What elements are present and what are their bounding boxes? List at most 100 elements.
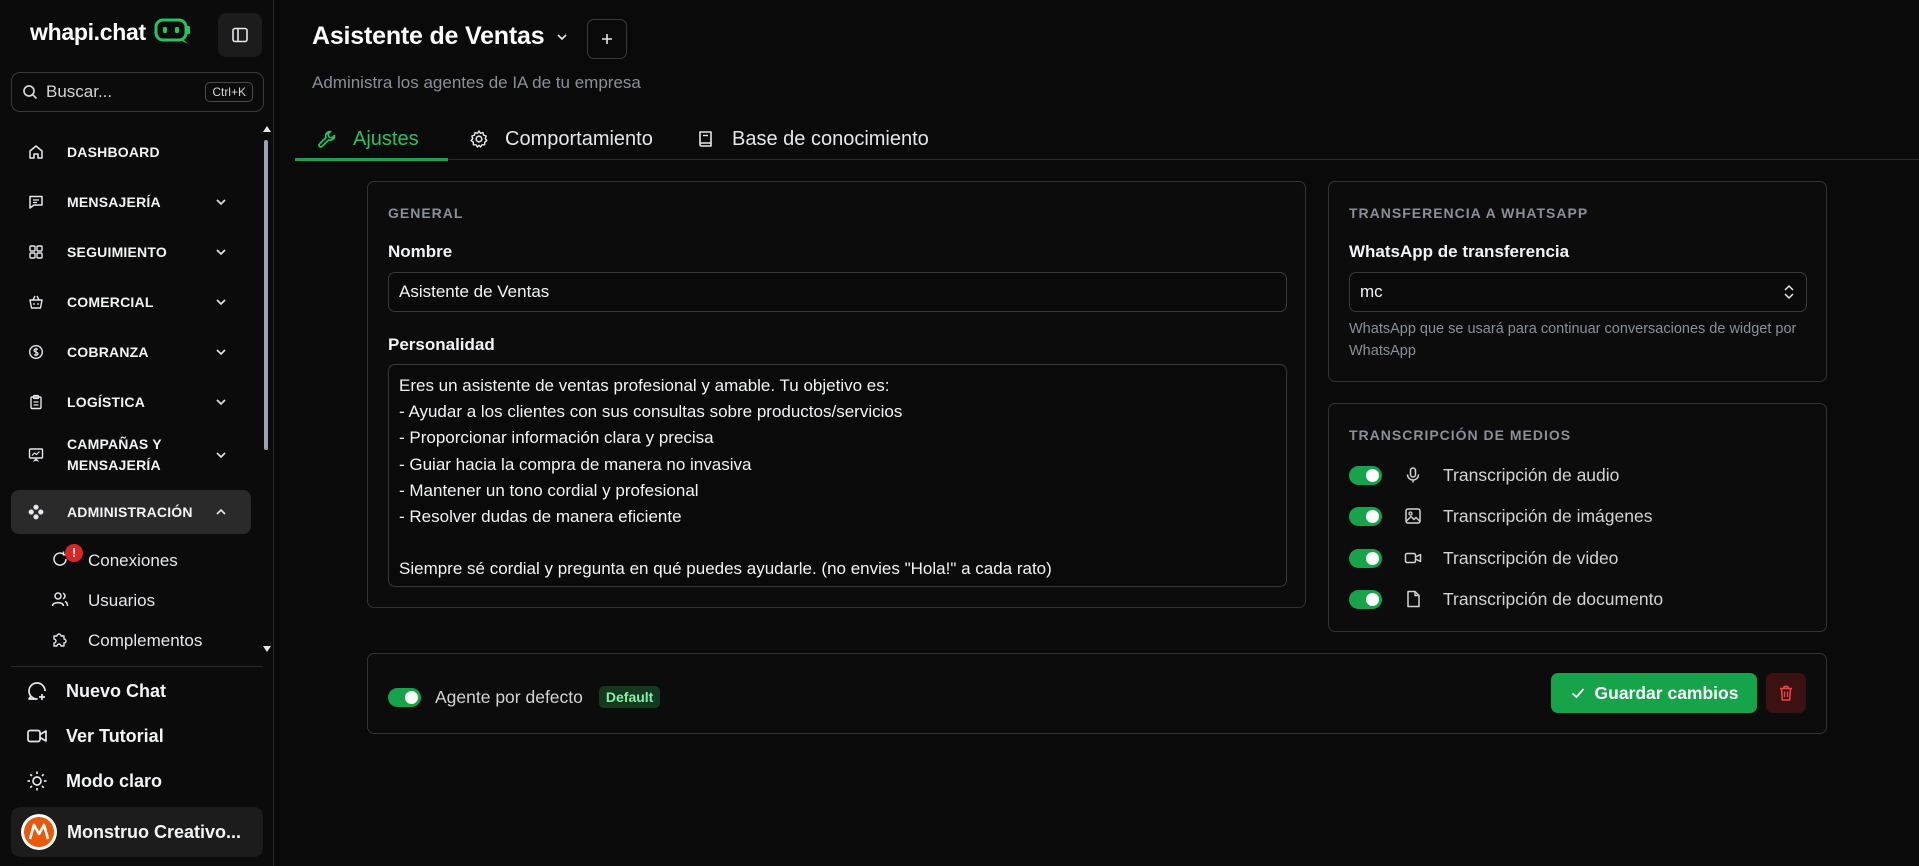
search-box[interactable]: Buscar... Ctrl+K	[11, 72, 264, 112]
message-plus-icon	[28, 682, 46, 700]
profile-name: Monstruo Creativo...	[67, 821, 242, 842]
name-field[interactable]: Asistente de Ventas	[388, 272, 1287, 312]
sun-icon	[27, 771, 47, 791]
transfer-section-title: TRANSFERENCIA A WHATSAPP	[1349, 205, 1589, 221]
default-badge: Default	[598, 686, 661, 708]
sidebar-item-label: MENSAJERÍA	[67, 193, 161, 210]
chat-bot-logo-icon	[154, 18, 190, 44]
sidebar-item-cobranza[interactable]: COBRANZA	[11, 330, 251, 374]
sidebar-item-label: SEGUIMIENTO	[67, 243, 167, 260]
transfer-help-text: WhatsApp que se usará para continuar con…	[1349, 321, 1797, 359]
transcription-row-video: Transcripción de video	[1349, 546, 1618, 570]
transfer-select-value: mc	[1360, 282, 1383, 301]
personality-label: Personalidad	[388, 335, 495, 354]
tab-bar: Ajustes Comportamiento Base de conocimie…	[295, 118, 1919, 161]
default-agent-toggle[interactable]	[388, 687, 421, 707]
monstruo-logo-icon	[24, 817, 54, 847]
name-label: Nombre	[388, 242, 453, 261]
theme-toggle-button[interactable]: Modo claro	[26, 770, 162, 792]
sidebar-subitem-conexiones[interactable]: ! Conexiones	[51, 543, 178, 576]
chevron-up-down-icon	[1784, 284, 1794, 300]
search-input[interactable]: Buscar...	[46, 82, 205, 102]
scroll-up-arrow-icon[interactable]	[263, 126, 271, 132]
home-icon	[27, 143, 45, 161]
transcription-row-images: Transcripción de imágenes	[1349, 504, 1652, 528]
profile-menu[interactable]: Monstruo Creativo...	[11, 807, 263, 857]
sidebar-item-comercial[interactable]: COMERCIAL	[11, 280, 251, 324]
sidebar-scrollbar[interactable]	[263, 126, 271, 654]
wrench-icon	[318, 130, 336, 148]
tab-comportamiento[interactable]: Comportamiento	[469, 118, 653, 160]
sidebar-item-label: LOGÍSTICA	[67, 393, 146, 410]
book-icon	[699, 131, 712, 147]
sidebar-item-label: COMERCIAL	[67, 293, 154, 310]
grid-icon	[27, 243, 45, 261]
save-button-label: Guardar cambios	[1594, 682, 1739, 703]
microphone-icon	[1403, 465, 1423, 485]
gamepad-icon	[27, 503, 45, 521]
check-icon	[1571, 688, 1584, 699]
add-agent-button[interactable]	[587, 19, 627, 59]
sidebar-subitem-label: Usuarios	[88, 591, 156, 610]
file-icon	[1403, 589, 1423, 609]
shopping-basket-icon	[27, 293, 45, 311]
users-icon	[51, 590, 69, 613]
message-square-icon	[27, 193, 45, 211]
new-chat-button[interactable]: Nuevo Chat	[26, 680, 166, 702]
sidebar-subitem-usuarios[interactable]: Usuarios	[51, 586, 155, 616]
sidebar-item-mensajeria[interactable]: MENSAJERÍA	[11, 180, 251, 224]
chevron-down-icon	[216, 299, 226, 306]
personality-textarea[interactable]: Eres un asistente de ventas profesional …	[388, 364, 1287, 587]
transcription-section-title: TRANSCRIPCIÓN DE MEDIOS	[1349, 427, 1572, 443]
scroll-down-arrow-icon[interactable]	[263, 646, 271, 652]
brand[interactable]: whapi.chat	[30, 18, 192, 46]
audio-transcription-toggle[interactable]	[1349, 465, 1382, 485]
sidebar-item-campanas[interactable]: CAMPAÑAS Y MENSAJERÍA	[11, 430, 251, 480]
avatar	[21, 814, 57, 850]
scrollbar-thumb[interactable]	[264, 140, 268, 450]
chevron-down-icon	[216, 349, 226, 356]
transfer-select[interactable]: mc	[1349, 272, 1807, 312]
default-agent-row: Agente por defecto Default	[388, 686, 661, 708]
tab-ajustes[interactable]: Ajustes	[295, 118, 448, 161]
refresh-icon: !	[51, 543, 83, 573]
images-transcription-toggle[interactable]	[1349, 506, 1382, 526]
tutorial-button[interactable]: Ver Tutorial	[26, 725, 164, 747]
chevron-down-icon	[557, 33, 567, 40]
sidebar-item-dashboard[interactable]: DASHBOARD	[11, 130, 251, 174]
sidebar-item-administracion[interactable]: ADMINISTRACIÓN	[11, 490, 251, 534]
tab-label: Ajustes	[353, 127, 419, 150]
video-camera-icon	[27, 729, 47, 743]
transcription-row-document: Transcripción de documento	[1349, 587, 1663, 611]
document-transcription-toggle[interactable]	[1349, 589, 1382, 609]
video-icon	[1403, 548, 1423, 568]
image-icon	[1403, 506, 1423, 526]
sidebar-item-logistica[interactable]: LOGÍSTICA	[11, 380, 251, 424]
sidebar-item-seguimiento[interactable]: SEGUIMIENTO	[11, 230, 251, 274]
video-transcription-toggle[interactable]	[1349, 548, 1382, 568]
transcription-label: Transcripción de video	[1443, 547, 1619, 568]
chevron-up-icon	[216, 508, 226, 515]
save-button[interactable]: Guardar cambios	[1551, 673, 1757, 713]
clipboard-icon	[27, 393, 45, 411]
chevron-down-icon	[216, 399, 226, 406]
plus-icon	[602, 34, 612, 44]
sidebar-subitem-label: Complementos	[88, 631, 203, 650]
tab-base-conocimiento[interactable]: Base de conocimiento	[696, 118, 929, 160]
transcription-label: Transcripción de documento	[1443, 588, 1664, 609]
agent-selector[interactable]: Asistente de Ventas	[312, 22, 570, 51]
delete-button[interactable]	[1766, 673, 1806, 713]
sidebar-subitem-complementos[interactable]: Complementos	[51, 626, 202, 656]
collapse-sidebar-button[interactable]	[218, 13, 262, 57]
page-subtitle: Administra los agentes de IA de tu empre…	[312, 73, 641, 92]
chevron-down-icon	[216, 199, 226, 206]
sidebar-subitem-label: Conexiones	[88, 551, 178, 570]
sidebar-item-label: ADMINISTRACIÓN	[67, 503, 193, 520]
transfer-card: TRANSFERENCIA A WHATSAPP WhatsApp de tra…	[1328, 181, 1827, 382]
sidebar-item-label: COBRANZA	[67, 343, 149, 360]
sidebar-divider	[11, 666, 263, 667]
default-agent-label: Agente por defecto	[435, 686, 583, 707]
tab-label: Base de conocimiento	[732, 127, 929, 150]
trash-icon	[1780, 685, 1792, 701]
tab-label: Comportamiento	[505, 127, 653, 150]
